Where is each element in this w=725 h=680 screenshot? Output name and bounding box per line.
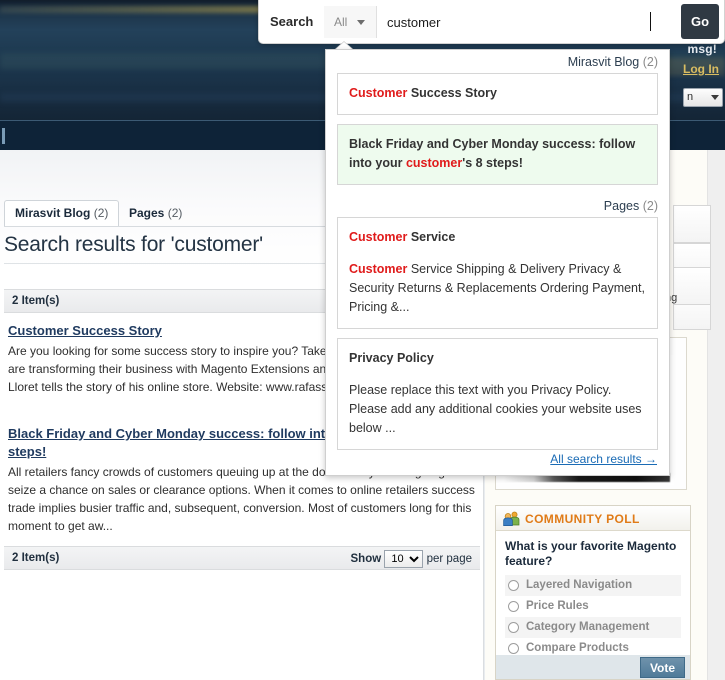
- autocomplete-item-title: Customer Service: [349, 230, 456, 244]
- chevron-down-icon: [357, 20, 365, 25]
- autocomplete-content: Mirasvit Blog (2) Customer Success Story B…: [326, 50, 669, 450]
- poll-option-label: Compare Products: [526, 642, 629, 654]
- per-page-limiter: Show 102050 per page: [351, 550, 472, 568]
- autocomplete-item[interactable]: Privacy Policy Please replace this text w…: [337, 338, 658, 450]
- tab-pages-count: (2): [167, 206, 183, 220]
- sidebar-ghost-box-1: [673, 205, 711, 243]
- autocomplete-group-header: Pages (2): [326, 194, 669, 217]
- search-term-highlight: Customer: [349, 230, 408, 244]
- toolbar-bottom: 2 Item(s) Show 102050 per page: [4, 546, 480, 570]
- autocomplete-item[interactable]: Customer Success Story: [337, 73, 658, 115]
- poll-option-label: Category Management: [526, 621, 650, 633]
- autocomplete-item-title: Privacy Policy: [349, 351, 434, 365]
- radio-icon[interactable]: [508, 622, 519, 633]
- header-message: msg!: [687, 42, 717, 56]
- all-search-results-link[interactable]: All search results →: [550, 452, 657, 466]
- radio-icon[interactable]: [508, 580, 519, 591]
- search-term-highlight: Customer: [349, 86, 408, 100]
- limiter-select[interactable]: 102050: [384, 550, 424, 568]
- sidebar-ghost-box-4: [673, 267, 711, 305]
- autocomplete-item-description: Please replace this text with you Privac…: [349, 383, 642, 435]
- autocomplete-group-header: Mirasvit Blog (2): [326, 50, 669, 73]
- search-label: Search: [270, 14, 314, 29]
- limiter-label: Show: [350, 553, 382, 566]
- autocomplete-group-name: Mirasvit Blog: [567, 55, 643, 69]
- text-caret: [650, 12, 651, 31]
- search-go-button[interactable]: Go: [681, 4, 719, 39]
- autocomplete-item[interactable]: Black Friday and Cyber Monday success: f…: [337, 124, 658, 185]
- poll-option-label: Layered Navigation: [526, 579, 633, 591]
- toolbar-top-amount: 2 Item(s): [12, 295, 60, 307]
- search-term-highlight: Customer: [349, 262, 408, 276]
- community-poll-body: What is your favorite Magento feature? L…: [496, 531, 690, 655]
- tab-pages[interactable]: Pages (2): [118, 200, 193, 226]
- log-in-link[interactable]: Log In: [683, 62, 719, 76]
- community-poll-footer: Vote: [496, 655, 690, 679]
- poll-option-label: Price Rules: [526, 600, 589, 612]
- page-root: msg! Log In n ng Mirasvit Blog (2) Pages…: [0, 0, 725, 680]
- limiter-suffix: per page: [426, 553, 472, 566]
- poll-option-2[interactable]: Price Rules: [505, 596, 681, 617]
- people-icon: [503, 511, 520, 526]
- tab-mirasvit-blog-count: (2): [93, 206, 109, 220]
- search-scope-value: All: [334, 15, 348, 29]
- radio-icon[interactable]: [508, 601, 519, 612]
- autocomplete-item-title: Black Friday and Cyber Monday success: f…: [349, 137, 636, 170]
- autocomplete-group-count: (2): [642, 199, 658, 213]
- search-input[interactable]: [378, 6, 661, 38]
- poll-option-3[interactable]: Category Management: [505, 617, 681, 638]
- community-poll-title: COMMUNITY POLL: [525, 512, 640, 526]
- community-poll-widget: COMMUNITY POLL What is your favorite Mag…: [495, 505, 691, 680]
- poll-option-1[interactable]: Layered Navigation: [505, 575, 681, 596]
- toolbar-bottom-amount: 2 Item(s): [12, 552, 60, 564]
- search-term-highlight: customer: [405, 156, 463, 170]
- radio-icon[interactable]: [508, 643, 519, 654]
- autocomplete-item-title: Customer Success Story: [349, 86, 497, 100]
- vote-button[interactable]: Vote: [640, 657, 685, 678]
- text-cursor-indicator: [2, 128, 5, 144]
- autocomplete-group-count: (2): [642, 55, 658, 69]
- community-poll-options: Layered Navigation Price Rules Category Ma…: [505, 575, 681, 659]
- community-poll-header: COMMUNITY POLL: [496, 506, 690, 531]
- language-select[interactable]: n: [683, 88, 723, 107]
- search-result-title[interactable]: Customer Success Story: [8, 323, 162, 338]
- community-poll-question: What is your favorite Magento feature?: [505, 539, 677, 568]
- autocomplete-item[interactable]: Customer Service Customer Service Shippin…: [337, 217, 658, 329]
- tab-mirasvit-blog-label: Mirasvit Blog: [15, 206, 91, 220]
- autocomplete-item-description: Customer Service Shipping & Delivery Pri…: [349, 262, 645, 314]
- autocomplete-group-name: Pages: [603, 199, 643, 213]
- tab-mirasvit-blog[interactable]: Mirasvit Blog (2): [4, 200, 120, 226]
- language-select-value: n: [687, 91, 694, 103]
- search-bar: Search All Go: [258, 0, 725, 44]
- tab-pages-label: Pages: [129, 206, 165, 220]
- autocomplete-dropdown: Mirasvit Blog (2) Customer Success Story B…: [325, 49, 670, 476]
- search-scope-dropdown[interactable]: All: [324, 6, 377, 38]
- chevron-down-icon: [711, 95, 719, 100]
